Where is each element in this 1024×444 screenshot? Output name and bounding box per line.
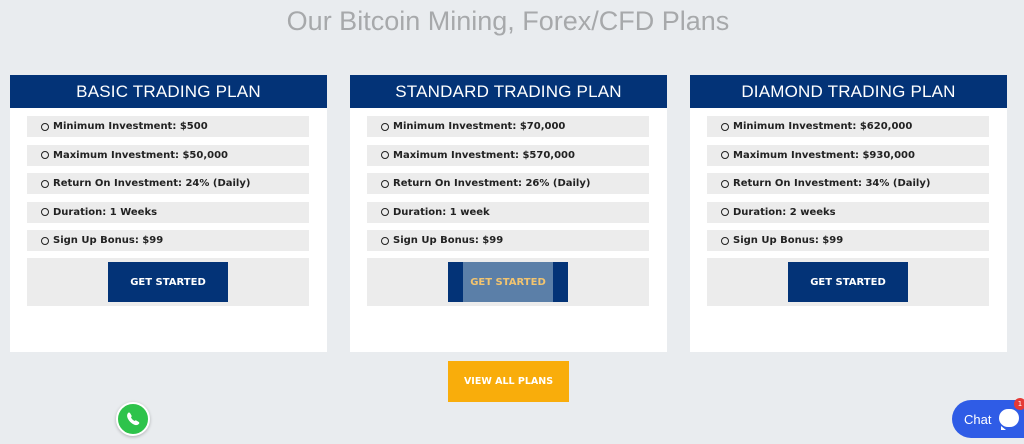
get-started-button[interactable]: GET STARTED [448, 262, 568, 302]
chat-notification-badge: 1 [1014, 398, 1024, 410]
circle-outline-icon [381, 179, 389, 188]
feature-text: Sign Up Bonus: $99 [733, 235, 844, 246]
chat-bubble-icon [999, 409, 1019, 430]
plan-card-standard: STANDARD TRADING PLAN Minimum Investment… [350, 75, 667, 352]
feature-row: Sign Up Bonus: $99 [367, 230, 649, 251]
feature-row: Sign Up Bonus: $99 [707, 230, 989, 251]
feature-row: Duration: 2 weeks [707, 201, 989, 223]
feature-text: Sign Up Bonus: $99 [393, 235, 504, 246]
circle-outline-icon [721, 179, 729, 188]
whatsapp-phone-icon [127, 412, 140, 426]
feature-row: Return On Investment: 34% (Daily) [707, 173, 989, 194]
feature-row: Return On Investment: 24% (Daily) [27, 173, 309, 194]
circle-outline-icon [41, 179, 49, 188]
circle-outline-icon [381, 151, 389, 159]
plan-title: BASIC TRADING PLAN [10, 75, 327, 108]
cta-container: GET STARTED [27, 258, 309, 306]
circle-outline-icon [721, 122, 729, 131]
feature-text: Return On Investment: 34% (Daily) [733, 178, 931, 189]
circle-outline-icon [41, 122, 49, 131]
feature-text: Maximum Investment: $570,000 [393, 149, 575, 161]
circle-outline-icon [41, 151, 49, 159]
chat-label: Chat [964, 411, 992, 427]
circle-outline-icon [721, 236, 729, 245]
feature-row: Minimum Investment: $70,000 [367, 116, 649, 137]
feature-row: Minimum Investment: $500 [27, 116, 309, 137]
feature-text: Minimum Investment: $70,000 [393, 121, 566, 132]
plan-title: STANDARD TRADING PLAN [350, 75, 667, 108]
circle-outline-icon [381, 208, 389, 216]
circle-outline-icon [381, 122, 389, 131]
feature-list: Minimum Investment: $70,000 Maximum Inve… [367, 116, 649, 259]
feature-text: Duration: 1 Weeks [53, 206, 158, 218]
plan-card-diamond: DIAMOND TRADING PLAN Minimum Investment:… [690, 75, 1007, 352]
feature-text: Maximum Investment: $50,000 [53, 149, 229, 161]
feature-text: Sign Up Bonus: $99 [53, 235, 164, 246]
feature-text: Minimum Investment: $500 [53, 121, 208, 132]
feature-row: Minimum Investment: $620,000 [707, 116, 989, 137]
feature-row: Maximum Investment: $50,000 [27, 144, 309, 166]
circle-outline-icon [721, 151, 729, 159]
feature-text: Return On Investment: 26% (Daily) [393, 178, 591, 189]
feature-text: Duration: 2 weeks [733, 206, 836, 218]
feature-text: Duration: 1 week [393, 206, 490, 218]
circle-outline-icon [721, 208, 729, 216]
feature-text: Minimum Investment: $620,000 [733, 121, 913, 132]
feature-row: Maximum Investment: $930,000 [707, 144, 989, 166]
feature-text: Maximum Investment: $930,000 [733, 149, 915, 161]
cta-container: GET STARTED [367, 258, 649, 306]
chat-widget[interactable]: Chat [952, 400, 1024, 438]
circle-outline-icon [381, 236, 389, 245]
circle-outline-icon [41, 208, 49, 216]
view-all-plans-button[interactable]: VIEW ALL PLANS [448, 361, 569, 402]
feature-row: Return On Investment: 26% (Daily) [367, 173, 649, 194]
feature-row: Maximum Investment: $570,000 [367, 144, 649, 166]
feature-list: Minimum Investment: $500 Maximum Investm… [27, 116, 309, 259]
section-title: Our Bitcoin Mining, Forex/CFD Plans [286, 6, 730, 36]
feature-row: Duration: 1 week [367, 201, 649, 223]
circle-outline-icon [41, 236, 49, 245]
feature-row: Sign Up Bonus: $99 [27, 230, 309, 251]
cta-container: GET STARTED [707, 258, 989, 306]
get-started-button[interactable]: GET STARTED [788, 262, 908, 302]
feature-text: Return On Investment: 24% (Daily) [53, 178, 251, 189]
plan-title: DIAMOND TRADING PLAN [690, 75, 1007, 108]
feature-row: Duration: 1 Weeks [27, 201, 309, 223]
whatsapp-icon[interactable] [116, 402, 150, 436]
plan-card-basic: BASIC TRADING PLAN Minimum Investment: $… [10, 75, 327, 352]
feature-list: Minimum Investment: $620,000 Maximum Inv… [707, 116, 989, 259]
get-started-button[interactable]: GET STARTED [108, 262, 228, 302]
